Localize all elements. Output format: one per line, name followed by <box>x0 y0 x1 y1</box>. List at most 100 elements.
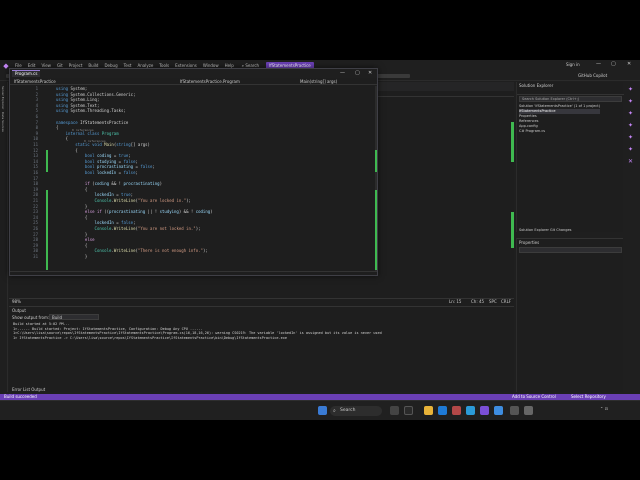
code-line[interactable]: 5 using System.Threading.Tasks; <box>10 108 377 114</box>
visual-studio-icon[interactable] <box>480 406 489 415</box>
maximize-button[interactable]: ▢ <box>611 61 616 67</box>
tab-program-cs[interactable]: Program.cs <box>12 70 41 77</box>
solution-search-input[interactable]: Search Solution Explorer (Ctrl+;) <box>519 96 622 102</box>
code-token: ); <box>186 198 191 203</box>
code-line[interactable]: 6 <box>10 114 377 119</box>
code-text: bool lockedIn = false; <box>56 170 138 175</box>
code-line[interactable]: 19 { <box>10 187 377 192</box>
float-close-button[interactable]: ✕ <box>368 70 372 76</box>
widgets-icon[interactable] <box>404 406 413 415</box>
code-line[interactable]: 27 } <box>10 232 377 237</box>
code-token: using <box>56 91 71 97</box>
minimize-button[interactable]: — <box>596 61 601 67</box>
code-line[interactable]: 8{ <box>10 125 377 130</box>
code-text: else <box>56 237 95 242</box>
solution-explorer-tabs[interactable]: Solution Explorer Git Changes <box>519 228 571 232</box>
app-icon[interactable] <box>494 406 503 415</box>
code-line[interactable]: 23 else if ((procrastinating || ! studyi… <box>10 209 377 215</box>
code-line[interactable]: 25 lockedIn = false; <box>10 220 377 226</box>
code-line[interactable]: 14 bool studying = false; <box>10 158 377 164</box>
notifications-icon[interactable]: ✦ <box>628 98 633 105</box>
taskbar-search[interactable]: ⌕ Search <box>330 406 382 416</box>
code-text: { <box>56 243 87 248</box>
code-text: } <box>56 232 87 237</box>
code-line[interactable]: 2 using System.Collections.Generic; <box>10 91 377 97</box>
float-minimize-button[interactable]: — <box>340 70 345 76</box>
output-text[interactable]: Build started at 5:02 PM... 1>------ Bui… <box>13 322 511 340</box>
code-line[interactable]: 29 { <box>10 243 377 248</box>
feedback-icon[interactable]: ✦ <box>628 110 633 117</box>
code-line[interactable]: 15 bool procrastinating = false; <box>10 164 377 169</box>
outlook-icon[interactable] <box>466 406 475 415</box>
server-explorer-tab[interactable]: Server Explorer <box>1 86 5 109</box>
line-number: 5 <box>35 108 38 114</box>
copilot-icon[interactable]: ✦ <box>628 86 633 93</box>
sign-in-link[interactable]: Sign in <box>566 62 580 67</box>
code-line[interactable]: 10 { <box>10 136 377 141</box>
properties-title: Properties <box>519 240 540 245</box>
code-line[interactable]: 7 namespace IfStatementsPractice <box>10 120 377 125</box>
code-line[interactable]: 31 } <box>10 254 377 259</box>
code-area[interactable]: 1 using System; 2 using System.Collections.… <box>10 86 377 271</box>
extension-icon[interactable]: ✦ <box>628 134 633 141</box>
code-line[interactable]: 11 static void Main(string[] args) <box>10 142 377 147</box>
properties-object-dropdown[interactable] <box>519 247 622 253</box>
data-sources-tab[interactable]: Data Sources <box>1 112 5 132</box>
code-text: } <box>56 204 87 209</box>
solution-explorer-toolbar[interactable] <box>517 89 624 95</box>
code-line[interactable]: 4 using System.Text; <box>10 103 377 108</box>
code-line[interactable]: 3 using System.Linq; <box>10 97 377 102</box>
code-line[interactable]: 1 using System; <box>10 86 377 91</box>
floating-window-titlebar[interactable]: Program.cs — ▢ ✕ <box>10 69 377 78</box>
code-token: lockedIn <box>94 220 114 226</box>
reference-hint[interactable]: 0 references <box>84 139 106 143</box>
task-view-icon[interactable] <box>390 406 399 415</box>
code-line[interactable]: 30 Console.WriteLine("There is not enoug… <box>10 248 377 254</box>
vertical-scrollbar[interactable] <box>375 86 377 271</box>
code-line[interactable]: 21 Console.WriteLine("You are locked in.… <box>10 198 377 203</box>
code-token: Console <box>94 198 112 203</box>
code-line[interactable]: 16 bool lockedIn = false; <box>10 170 377 175</box>
tree-item-program-cs[interactable]: C# Program.cs <box>519 129 600 134</box>
float-nav-project[interactable]: IfStatementsPractice <box>14 79 56 84</box>
github-copilot-button[interactable]: GitHub Copilot <box>578 73 607 78</box>
system-tray[interactable]: ⌃ ⊡ <box>600 406 608 411</box>
bottom-panel-tabs[interactable]: Error List Output <box>12 387 45 392</box>
float-nav-member[interactable]: Main(string[] args) <box>300 79 337 84</box>
edge-icon[interactable] <box>438 406 447 415</box>
tools-icon[interactable]: ✦ <box>628 122 633 129</box>
github-icon[interactable]: ✦ <box>628 146 633 153</box>
code-token: false <box>121 220 134 226</box>
store-icon[interactable] <box>452 406 461 415</box>
code-line[interactable]: 18 if (coding && ! procrastinating) <box>10 181 377 186</box>
code-line[interactable]: 24 { <box>10 215 377 220</box>
code-token: false <box>123 170 136 175</box>
output-source-dropdown[interactable]: Build <box>49 314 99 320</box>
app-icon[interactable] <box>524 406 533 415</box>
line-number: 6 <box>35 114 38 119</box>
close-tool-icon[interactable]: ✕ <box>628 158 633 165</box>
close-button[interactable]: ✕ <box>627 61 631 67</box>
code-line[interactable]: 22 } <box>10 204 377 209</box>
code-line[interactable]: 9 internal class Program <box>10 131 377 136</box>
line-number: 31 <box>33 254 38 259</box>
code-token: } <box>56 203 88 209</box>
code-line[interactable]: 20 lockedIn = true; <box>10 192 377 197</box>
file-explorer-icon[interactable] <box>424 406 433 415</box>
line-number: 23 <box>33 209 38 215</box>
code-token: "There is not enough info." <box>137 248 203 254</box>
code-line[interactable]: 13 bool coding = true; <box>10 153 377 158</box>
code-token: studying <box>96 158 117 164</box>
app-icon[interactable] <box>510 406 519 415</box>
float-nav-class[interactable]: IfStatementsPractice.Program <box>180 79 240 84</box>
float-maximize-button[interactable]: ▢ <box>355 70 360 76</box>
code-line[interactable]: 28 else <box>10 237 377 242</box>
code-line[interactable]: 17 <box>10 176 377 181</box>
reference-hint[interactable]: 0 references <box>72 128 94 132</box>
code-text: bool coding = true; <box>56 153 131 158</box>
zoom-level[interactable]: 98% <box>12 299 21 304</box>
code-line[interactable]: 26 Console.WriteLine("You are not locked… <box>10 226 377 231</box>
code-line[interactable]: 12 { <box>10 148 377 153</box>
start-icon[interactable] <box>318 406 327 415</box>
